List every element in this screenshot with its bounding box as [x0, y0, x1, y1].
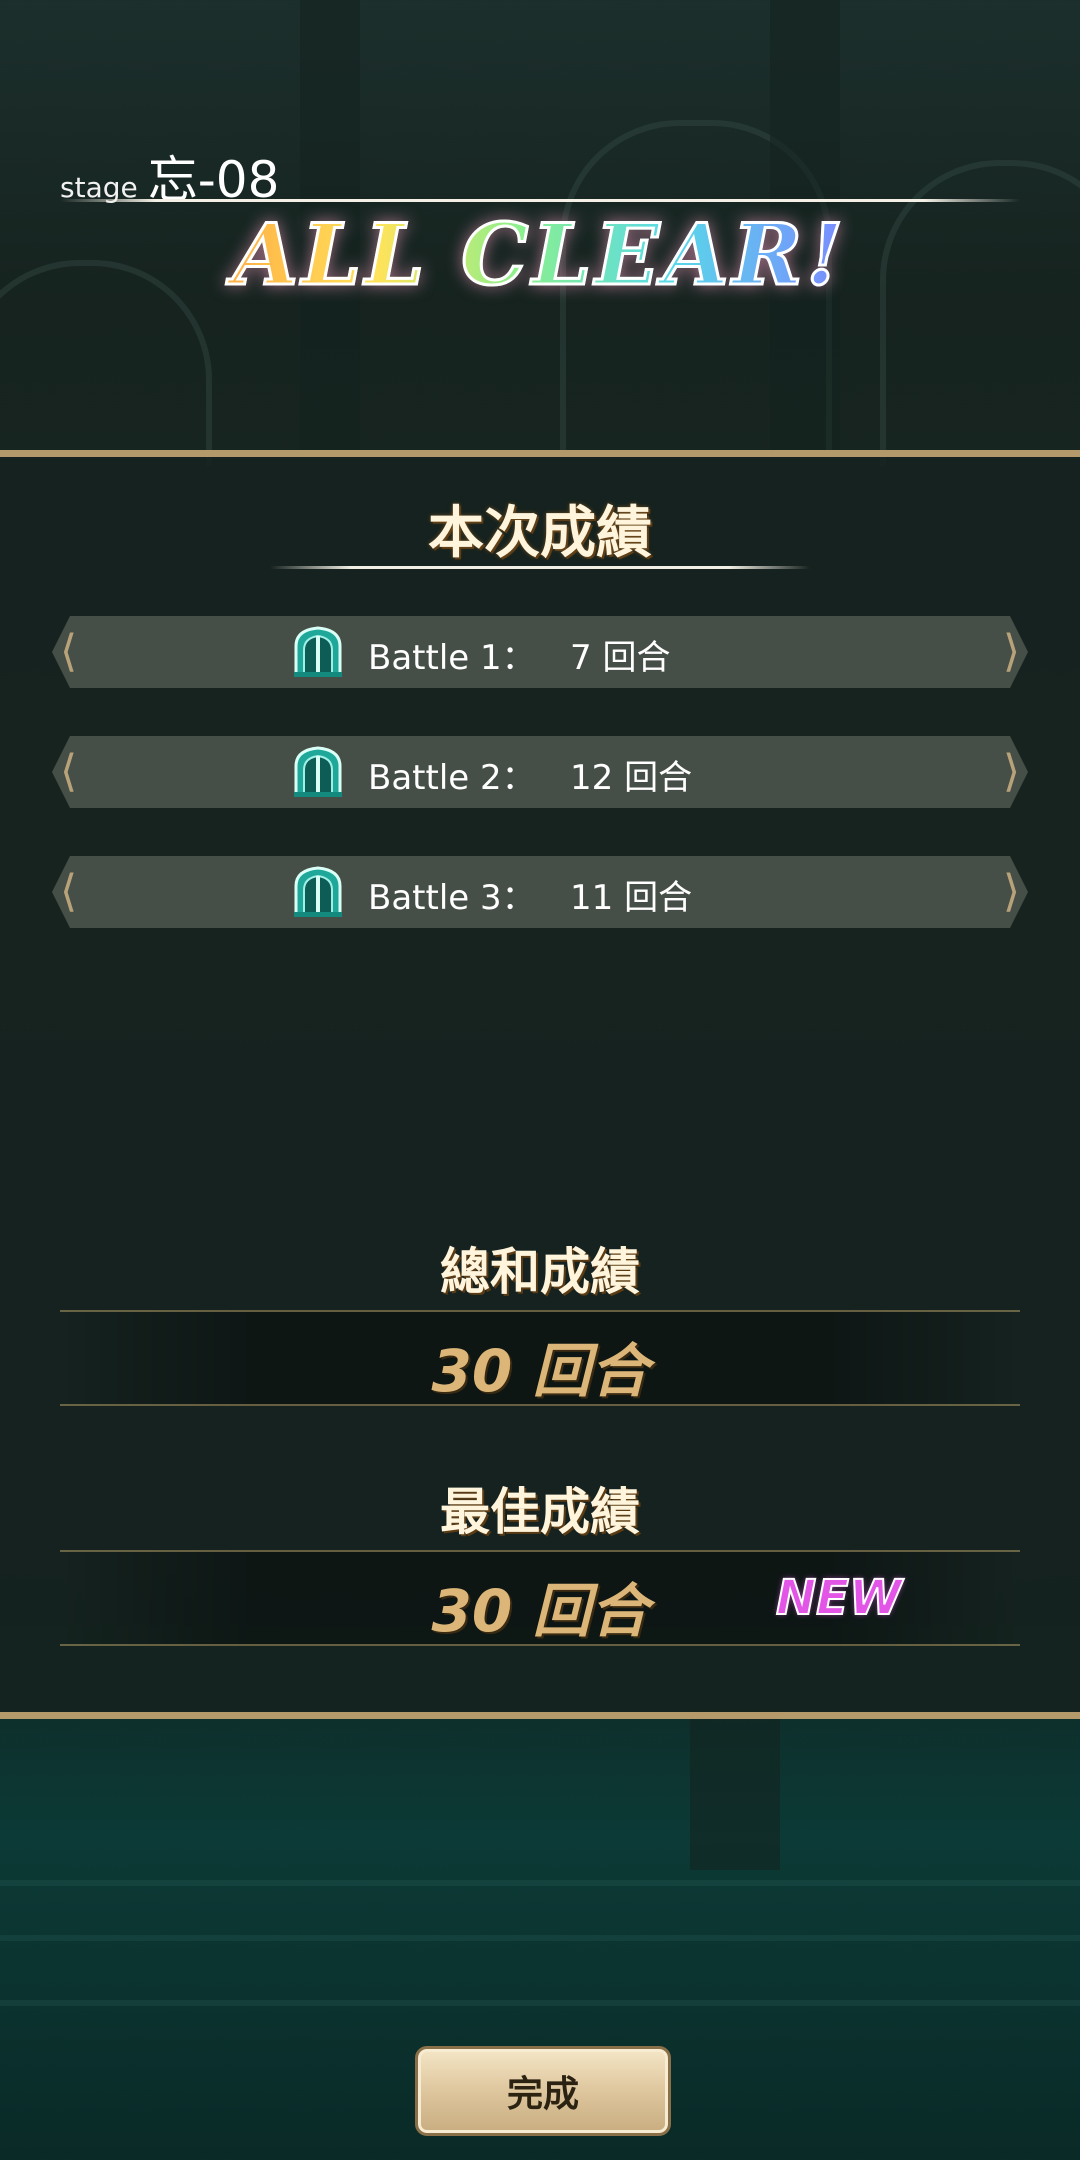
new-record-badge: NEW [775, 1569, 903, 1627]
battle-turns: 11 回合 [570, 878, 693, 918]
right-ornament-icon: ⟩ [1002, 746, 1020, 797]
battle-label: Battle 3： [368, 878, 536, 918]
battle-row-3: ⟨ Battle 3： 11 回合 ⟩ [52, 856, 1028, 928]
right-ornament-icon: ⟩ [1002, 626, 1020, 677]
battle-turns: 12 回合 [570, 758, 693, 798]
done-button[interactable]: 完成 [415, 2046, 671, 2136]
battle-row-1: ⟨ Battle 1： 7 回合 ⟩ [52, 616, 1028, 688]
total-result-title: 總和成績 [440, 1243, 640, 1301]
left-ornament-icon: ⟨ [60, 866, 78, 917]
title-divider [270, 566, 810, 569]
best-result-band: 30 回合 NEW [60, 1550, 1020, 1646]
right-ornament-icon: ⟩ [1002, 866, 1020, 917]
gate-icon [290, 744, 346, 800]
all-clear-banner: ALL CLEAR! [0, 204, 1080, 306]
battle-label: Battle 2： [368, 758, 536, 798]
battle-turns: 7 回合 [570, 638, 671, 678]
battle-label: Battle 1： [368, 638, 536, 678]
header-divider [60, 199, 1020, 202]
best-result-title: 最佳成績 [440, 1483, 640, 1541]
gate-icon [290, 864, 346, 920]
total-result-value: 30 回合 [431, 1337, 649, 1405]
total-result-band: 30 回合 [60, 1310, 1020, 1406]
current-result-title: 本次成績 [428, 501, 652, 566]
battle-row-2: ⟨ Battle 2： 12 回合 ⟩ [52, 736, 1028, 808]
left-ornament-icon: ⟨ [60, 626, 78, 677]
left-ornament-icon: ⟨ [60, 746, 78, 797]
gate-icon [290, 624, 346, 680]
